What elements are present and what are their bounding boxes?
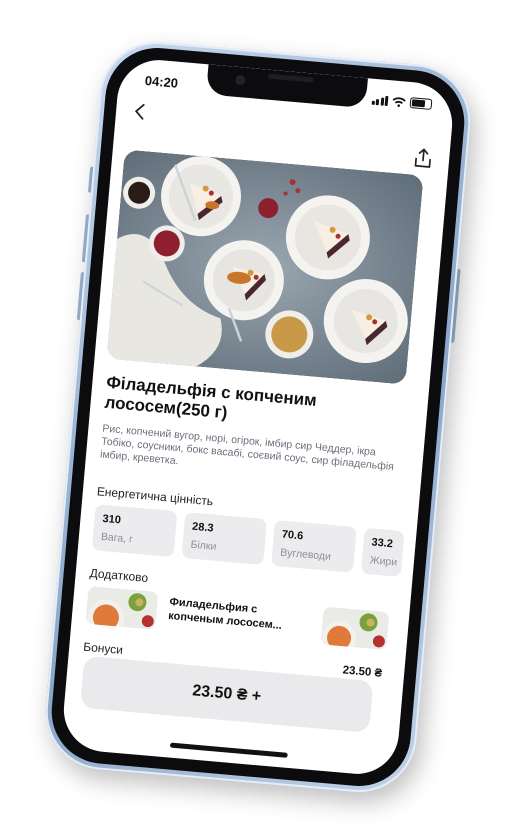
- front-camera: [234, 74, 246, 86]
- nutrition-cards: 310 Вага, г 28.3 Білки 70.6 Вуглеводи 33…: [91, 504, 405, 578]
- battery-icon: [409, 97, 433, 110]
- nutrition-value: 70.6: [281, 528, 304, 543]
- app-screen: 04:20 Філадельфія с копченим лососем(250…: [60, 56, 456, 778]
- addon-price: 23.50 ₴: [342, 664, 383, 680]
- speaker-grille: [267, 73, 314, 83]
- nutrition-section-label: Енергетична цінність: [96, 484, 214, 509]
- phone-mockup: 04:20 Філадельфія с копченим лососем(250…: [40, 37, 476, 797]
- nutrition-card-carbs: 70.6 Вуглеводи: [271, 519, 357, 573]
- addon-name: Филадельфия с копченым лососем...: [167, 596, 283, 632]
- nutrition-card-fat: 33.2 Жири: [360, 527, 405, 578]
- nutrition-card-weight: 310 Вага, г: [91, 504, 178, 558]
- addon-item[interactable]: Филадельфия с копченым лососем... 23.50 …: [84, 585, 390, 680]
- nutrition-value: 28.3: [191, 520, 215, 535]
- nutrition-label: Вага, г: [100, 530, 134, 546]
- nutrition-label: Вуглеводи: [279, 546, 332, 563]
- share-icon: [414, 148, 431, 168]
- extras-section-label: Додатково: [89, 565, 149, 586]
- nutrition-label: Жири: [369, 554, 398, 569]
- nutrition-value: 33.2: [370, 536, 394, 551]
- back-button[interactable]: [133, 102, 147, 125]
- food-photo-illustration: [106, 149, 424, 385]
- add-to-cart-button[interactable]: 23.50 ₴ +: [79, 655, 374, 733]
- nutrition-label: Білки: [190, 538, 217, 553]
- signal-icon: [371, 95, 389, 107]
- nutrition-card-protein: 28.3 Білки: [181, 512, 268, 566]
- addon-thumbnail: [85, 585, 159, 630]
- status-time: 04:20: [144, 72, 179, 91]
- home-indicator: [169, 742, 288, 758]
- wifi-icon: [392, 97, 406, 107]
- bonuses-section-label: Бонуси: [82, 639, 124, 658]
- status-icons: [371, 94, 433, 110]
- nutrition-value: 310: [102, 512, 122, 527]
- share-button[interactable]: [412, 147, 434, 171]
- back-chevron-icon: [134, 103, 145, 120]
- addon-thumbnail: [320, 606, 390, 651]
- product-photo: [106, 149, 424, 385]
